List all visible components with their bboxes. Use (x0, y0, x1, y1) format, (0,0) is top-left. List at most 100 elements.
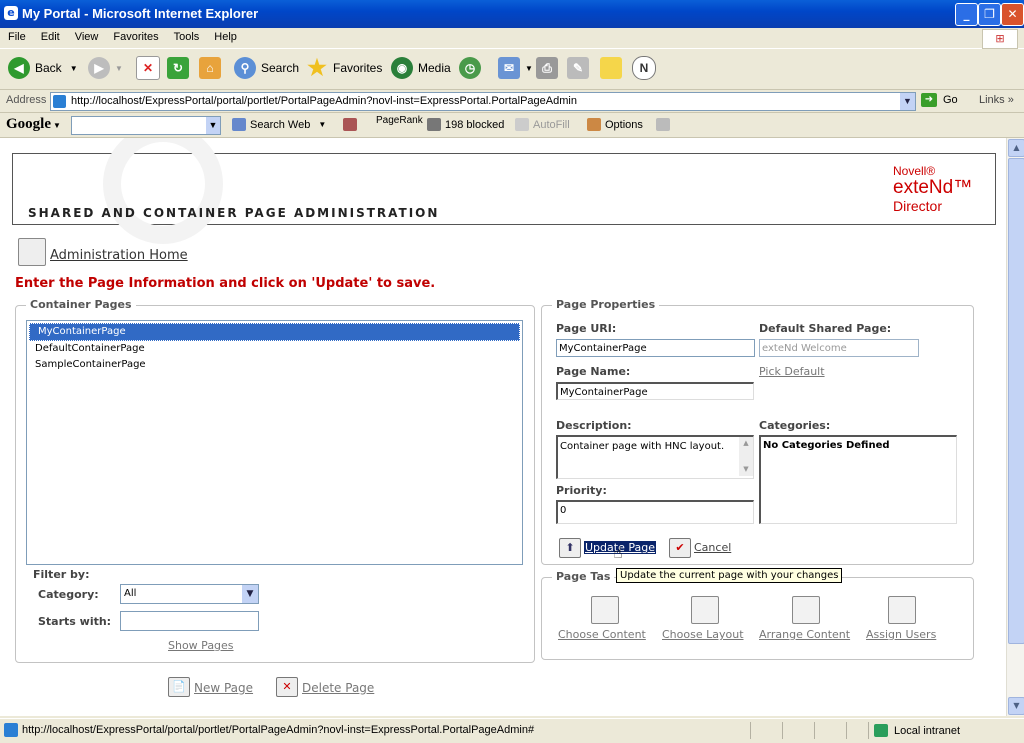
scroll-up-icon[interactable]: ▲ (1008, 139, 1024, 157)
pick-default-link[interactable]: Pick Default (759, 365, 825, 378)
options-button[interactable]: Options (587, 118, 643, 131)
list-item[interactable]: DefaultContainerPage (27, 341, 522, 357)
media-globe-icon: ◉ (391, 57, 413, 79)
list-item[interactable]: SampleContainerPage (27, 357, 522, 373)
assign-users-link[interactable]: Assign Users (866, 628, 936, 641)
status-bar: http://localhost/ExpressPortal/portal/po… (0, 718, 1024, 743)
menu-file[interactable]: File (0, 28, 33, 43)
cancel-link[interactable]: Cancel (694, 541, 731, 554)
back-button[interactable]: ◀ Back ▼ (8, 57, 78, 79)
links-label: Links (979, 94, 1005, 106)
forward-dropdown-icon[interactable]: ▼ (115, 64, 123, 73)
arrange-content-icon[interactable] (792, 596, 820, 624)
choose-content-icon[interactable] (591, 596, 619, 624)
category-value: All (124, 588, 137, 599)
update-page-icon[interactable]: ⬆ (559, 538, 581, 558)
scroll-thumb[interactable] (1008, 158, 1024, 644)
home-icon: ⌂ (199, 57, 221, 79)
address-bar: Address http://localhost/ExpressPortal/p… (0, 90, 1024, 113)
scroll-down-icon[interactable]: ▼ (1008, 697, 1024, 715)
description-textarea[interactable]: Container page with HNC layout. ▲ ▼ (556, 435, 754, 479)
vertical-scrollbar[interactable]: ▲ ▼ (1006, 138, 1024, 716)
stop-button[interactable]: ✕ (136, 56, 165, 80)
admin-home-icon[interactable] (18, 238, 46, 266)
search-web-button[interactable]: Search Web ▼ (232, 118, 326, 131)
messenger-button[interactable]: N (632, 56, 661, 80)
pencil-icon (656, 118, 670, 131)
autofill-icon (515, 118, 529, 131)
favorites-button[interactable]: ★ Favorites (306, 57, 382, 79)
back-dropdown-icon[interactable]: ▼ (70, 64, 78, 73)
priority-input[interactable]: 0 (556, 500, 754, 524)
page-uri-input[interactable]: MyContainerPage (556, 339, 755, 357)
page-name-label: Page Name: (556, 365, 631, 378)
google-search-input[interactable]: ▼ (71, 116, 221, 135)
google-search-dropdown-icon[interactable]: ▼ (206, 117, 220, 134)
close-button[interactable]: ✕ (1001, 3, 1024, 26)
choose-layout-link[interactable]: Choose Layout (662, 628, 744, 641)
novell-logo: Novell® exteNd™ Director (893, 164, 972, 214)
google-logo[interactable]: Google ▼ (6, 116, 61, 133)
categories-list[interactable]: No Categories Defined (759, 435, 957, 524)
page-name-input[interactable]: MyContainerPage (556, 382, 754, 400)
highlight-button[interactable] (656, 118, 674, 131)
description-scrollbar[interactable]: ▲ ▼ (739, 437, 753, 476)
menu-edit[interactable]: Edit (33, 28, 67, 43)
window-title: My Portal - Microsoft Internet Explorer (22, 6, 259, 21)
page-uri-label: Page URI: (556, 322, 617, 335)
search-web-dropdown-icon[interactable]: ▼ (318, 120, 326, 129)
print-button[interactable]: ⎙ (536, 57, 563, 79)
new-page-icon[interactable]: 📄 (168, 677, 190, 697)
address-dropdown-icon[interactable]: ▼ (900, 93, 915, 110)
list-item[interactable]: MyContainerPage (29, 323, 520, 341)
menu-tools[interactable]: Tools (166, 28, 207, 43)
cancel-icon[interactable]: ✔ (669, 538, 691, 558)
priority-label: Priority: (556, 484, 607, 497)
links-button[interactable]: Links » (979, 94, 1014, 106)
choose-content-link[interactable]: Choose Content (558, 628, 646, 641)
media-label: Media (418, 61, 451, 75)
restore-button[interactable]: ❐ (978, 3, 1001, 26)
show-pages-link[interactable]: Show Pages (168, 639, 234, 652)
search-button[interactable]: ⚲ Search (234, 57, 299, 79)
discuss-button[interactable] (600, 57, 627, 79)
minimize-button[interactable]: _ (955, 3, 978, 26)
delete-page-link[interactable]: Delete Page (302, 681, 374, 695)
category-select[interactable]: All ▼ (120, 584, 259, 604)
back-arrow-icon: ◀ (8, 57, 30, 79)
refresh-button[interactable]: ↻ (167, 57, 194, 79)
news-button[interactable] (343, 118, 361, 131)
admin-home-link[interactable]: Administration Home (50, 248, 188, 263)
menu-view[interactable]: View (67, 28, 106, 43)
delete-page-icon[interactable]: ✕ (276, 677, 298, 697)
history-button[interactable]: ◷ (459, 57, 486, 79)
toolbar: ◀ Back ▼ ▶ ▼ ✕ ↻ ⌂ ⚲ Search ★ Favorites … (0, 49, 1024, 90)
mail-button[interactable]: ✉ ▼ (498, 57, 533, 79)
search-web-label: Search Web (250, 118, 311, 131)
address-input[interactable]: http://localhost/ExpressPortal/portal/po… (50, 92, 916, 111)
media-button[interactable]: ◉ Media (391, 57, 451, 79)
filter-label: Filter by: (33, 568, 90, 581)
arrange-content-link[interactable]: Arrange Content (759, 628, 850, 641)
status-divider (782, 722, 783, 739)
container-pages-list[interactable]: MyContainerPage DefaultContainerPage Sam… (26, 320, 523, 565)
go-arrow-icon: ➜ (921, 93, 937, 107)
new-page-link[interactable]: New Page (194, 681, 253, 695)
page-viewport: SHARED AND CONTAINER PAGE ADMINISTRATION… (0, 138, 1006, 716)
popup-blocker-button[interactable]: 198 blocked (427, 118, 504, 131)
autofill-button[interactable]: AutoFill (515, 118, 570, 131)
choose-layout-icon[interactable] (691, 596, 719, 624)
forward-button[interactable]: ▶ ▼ (88, 57, 123, 79)
go-button[interactable]: ➜ Go (921, 93, 958, 107)
mail-dropdown-icon[interactable]: ▼ (525, 64, 533, 73)
menu-favorites[interactable]: Favorites (105, 28, 165, 43)
print-icon: ⎙ (536, 57, 558, 79)
starts-with-input[interactable] (120, 611, 259, 631)
assign-users-icon[interactable] (888, 596, 916, 624)
menu-help[interactable]: Help (206, 28, 244, 43)
update-tooltip: Update the current page with your change… (616, 568, 843, 583)
edit-button[interactable]: ✎ (567, 57, 594, 79)
pagerank-indicator[interactable]: PageRank (376, 115, 423, 126)
home-button[interactable]: ⌂ (199, 57, 226, 79)
description-label: Description: (556, 419, 632, 432)
